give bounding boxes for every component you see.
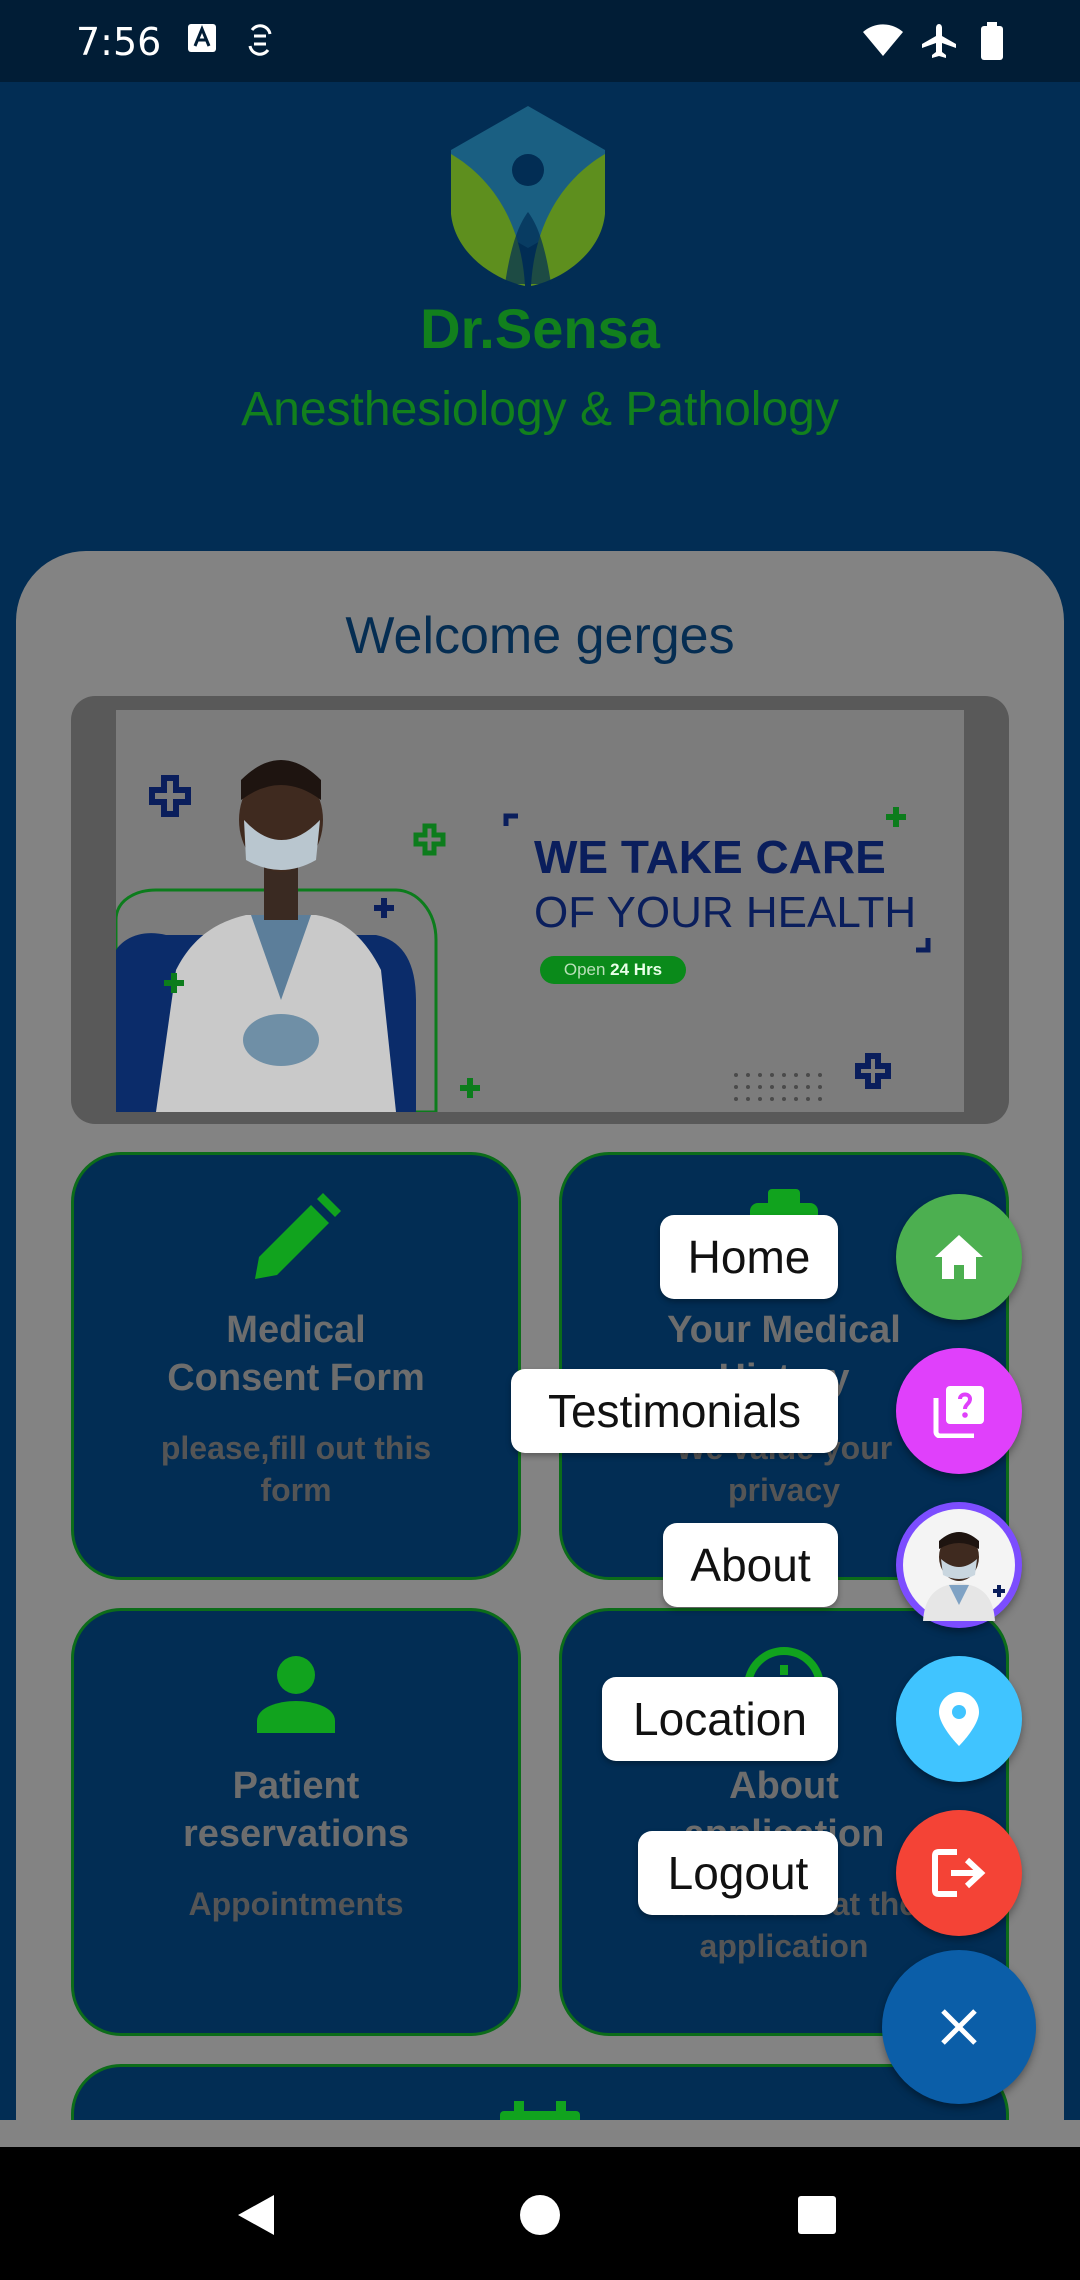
back-icon[interactable] bbox=[236, 2193, 276, 2237]
brand-name: Dr.Sensa bbox=[420, 297, 660, 360]
testimonials-icon bbox=[933, 1386, 984, 1438]
brand-subtitle: Anesthesiology & Pathology bbox=[241, 383, 839, 436]
fab-label-logout[interactable]: Logout bbox=[638, 1831, 838, 1915]
fab-close-button[interactable] bbox=[882, 1950, 1036, 2104]
card-title-line: reservations bbox=[182, 1813, 409, 1855]
card-subtitle-line: form bbox=[260, 1472, 332, 1508]
patient-reservations-card[interactable]: Patient reservations Appointments bbox=[71, 1608, 521, 2036]
fab-location-button[interactable] bbox=[896, 1656, 1022, 1782]
pencil-icon bbox=[255, 1193, 341, 1279]
logout-icon bbox=[932, 1849, 986, 1897]
status-time: 7:56 bbox=[76, 20, 162, 64]
fab-label-about[interactable]: About bbox=[663, 1523, 838, 1607]
brand-logo-icon bbox=[451, 106, 605, 286]
recents-icon[interactable] bbox=[797, 2195, 837, 2235]
banner-headline-2: OF YOUR HEALTH bbox=[534, 888, 917, 937]
welcome-message: Welcome gerges bbox=[345, 607, 735, 665]
banner-headline-1: WE TAKE CARE bbox=[534, 831, 886, 883]
fab-about-button[interactable] bbox=[896, 1502, 1022, 1628]
open-hours-badge: Open 24 Hrs bbox=[540, 956, 686, 984]
close-icon bbox=[941, 2009, 977, 2045]
fab-home-button[interactable] bbox=[896, 1194, 1022, 1320]
card-title-line: Medical bbox=[226, 1309, 366, 1351]
doctor-avatar bbox=[903, 1509, 1015, 1621]
card-title-line: Consent Form bbox=[167, 1357, 425, 1399]
card-subtitle-line: privacy bbox=[727, 1472, 841, 1508]
system-nav-bar bbox=[0, 2147, 1080, 2280]
fab-testimonials-button[interactable] bbox=[896, 1348, 1022, 1474]
home-icon bbox=[935, 1235, 983, 1279]
person-icon bbox=[257, 1656, 335, 1733]
wifi-icon bbox=[863, 24, 903, 56]
card-title-line: Patient bbox=[232, 1765, 360, 1807]
card-subtitle-line: Appointments bbox=[188, 1886, 404, 1922]
battery-icon bbox=[981, 22, 1003, 60]
medical-consent-card[interactable]: Medical Consent Form please,fill out thi… bbox=[71, 1152, 521, 1580]
sync-notification-icon bbox=[248, 24, 272, 56]
fab-logout-button[interactable] bbox=[896, 1810, 1022, 1936]
card-title-line: Your Medical bbox=[667, 1309, 901, 1351]
fab-label-location[interactable]: Location bbox=[602, 1677, 838, 1761]
fab-label-testimonials[interactable]: Testimonials bbox=[511, 1369, 838, 1453]
status-bar: 7:56 bbox=[0, 0, 1080, 82]
airplane-mode-icon bbox=[922, 24, 956, 58]
location-pin-icon bbox=[939, 1692, 979, 1746]
keyboard-notification-icon bbox=[188, 24, 216, 52]
health-banner: WE TAKE CARE OF YOUR HEALTH Open 24 Hrs bbox=[116, 710, 964, 1112]
fab-label-home[interactable]: Home bbox=[660, 1215, 838, 1299]
sheet-bottom-edge bbox=[0, 2120, 1080, 2147]
home-nav-icon[interactable] bbox=[518, 2193, 562, 2237]
card-subtitle-line: please,fill out this bbox=[160, 1430, 432, 1466]
